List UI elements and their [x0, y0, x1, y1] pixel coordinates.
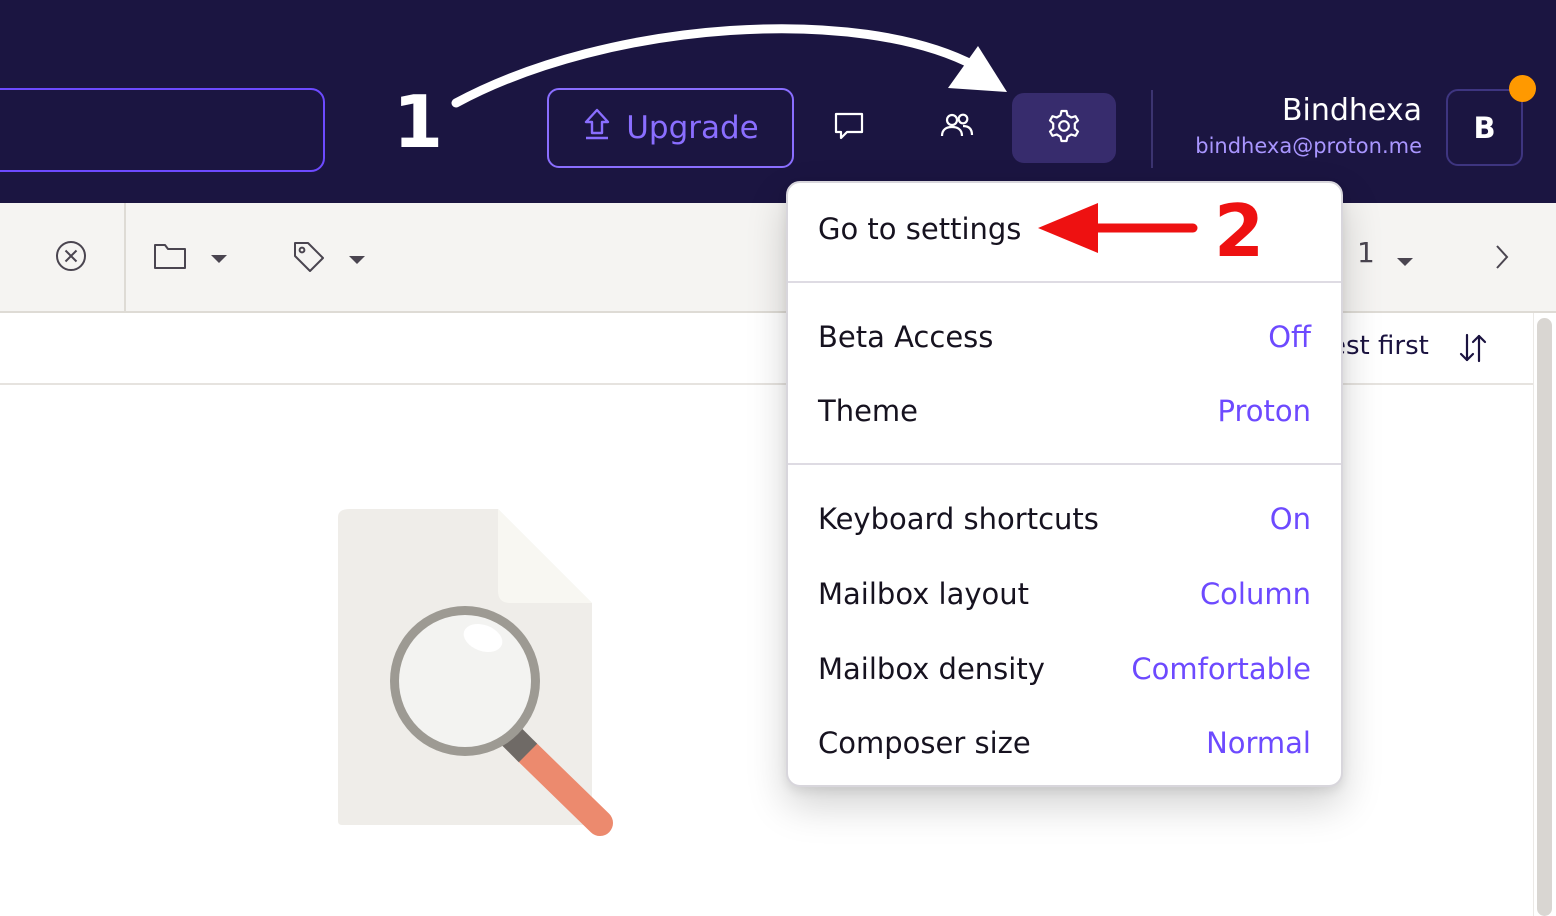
mailbox-layout-label: Mailbox layout [818, 577, 1030, 611]
avatar-initial: B [1473, 110, 1496, 145]
keyboard-shortcuts-item[interactable]: Keyboard shortcuts On [818, 499, 1311, 539]
tag-icon [292, 240, 326, 278]
chat-button[interactable] [797, 93, 901, 163]
beta-access-label: Beta Access [818, 320, 994, 354]
search-input[interactable] [0, 88, 325, 172]
clear-selection-button[interactable] [54, 239, 88, 277]
composer-size-value: Normal [1206, 726, 1311, 760]
page-number[interactable]: 1 [1357, 236, 1375, 269]
empty-search-illustration [330, 505, 630, 845]
keyboard-shortcuts-label: Keyboard shortcuts [818, 502, 1099, 536]
chevron-down-icon [348, 250, 366, 269]
avatar[interactable]: B [1446, 89, 1523, 166]
step1-number: 1 [393, 80, 444, 164]
chevron-down-icon [1396, 252, 1414, 271]
chevron-right-icon [1494, 243, 1510, 275]
mailbox-density-label: Mailbox density [818, 652, 1045, 686]
close-circle-icon [54, 239, 88, 277]
scrollbar-thumb[interactable] [1537, 318, 1552, 916]
chevron-down-icon [210, 249, 228, 268]
sort-order-label[interactable]: est first [1330, 331, 1429, 361]
theme-value: Proton [1217, 394, 1312, 428]
composer-size-item[interactable]: Composer size Normal [818, 723, 1311, 763]
mailbox-layout-value: Column [1199, 577, 1311, 611]
keyboard-shortcuts-value: On [1269, 502, 1311, 536]
gear-icon [1046, 108, 1082, 148]
toolbar-divider [124, 203, 126, 313]
folder-icon [152, 240, 188, 276]
menu-divider [788, 463, 1341, 465]
beta-access-item[interactable]: Beta Access Off [818, 317, 1311, 357]
page-dropdown-toggle[interactable] [1396, 252, 1414, 271]
header-divider [1151, 90, 1153, 168]
sort-toggle-button[interactable] [1458, 332, 1488, 368]
theme-item[interactable]: Theme Proton [818, 391, 1311, 431]
go-to-settings-label: Go to settings [818, 212, 1022, 246]
mailbox-density-item[interactable]: Mailbox density Comfortable [818, 649, 1311, 689]
upgrade-label: Upgrade [626, 110, 759, 146]
contacts-button[interactable] [905, 93, 1009, 163]
apply-label-button[interactable] [292, 240, 366, 278]
upgrade-icon [582, 107, 612, 149]
user-name: Bindhexa [1281, 93, 1422, 128]
people-icon [939, 108, 975, 148]
user-email: bindhexa@proton.me [1195, 134, 1422, 158]
upgrade-button[interactable]: Upgrade [547, 88, 794, 168]
settings-button[interactable] [1012, 93, 1116, 163]
mailbox-layout-item[interactable]: Mailbox layout Column [818, 574, 1311, 614]
step2-number: 2 [1214, 189, 1265, 273]
composer-size-label: Composer size [818, 726, 1031, 760]
move-to-folder-button[interactable] [152, 240, 228, 276]
mailbox-density-value: Comfortable [1131, 652, 1311, 686]
beta-access-value: Off [1268, 320, 1311, 354]
chat-icon [831, 108, 867, 148]
menu-divider [788, 281, 1341, 283]
theme-label: Theme [818, 394, 919, 428]
next-page-button[interactable] [1494, 243, 1510, 275]
sort-arrows-icon [1458, 332, 1488, 368]
notification-dot [1509, 75, 1536, 102]
